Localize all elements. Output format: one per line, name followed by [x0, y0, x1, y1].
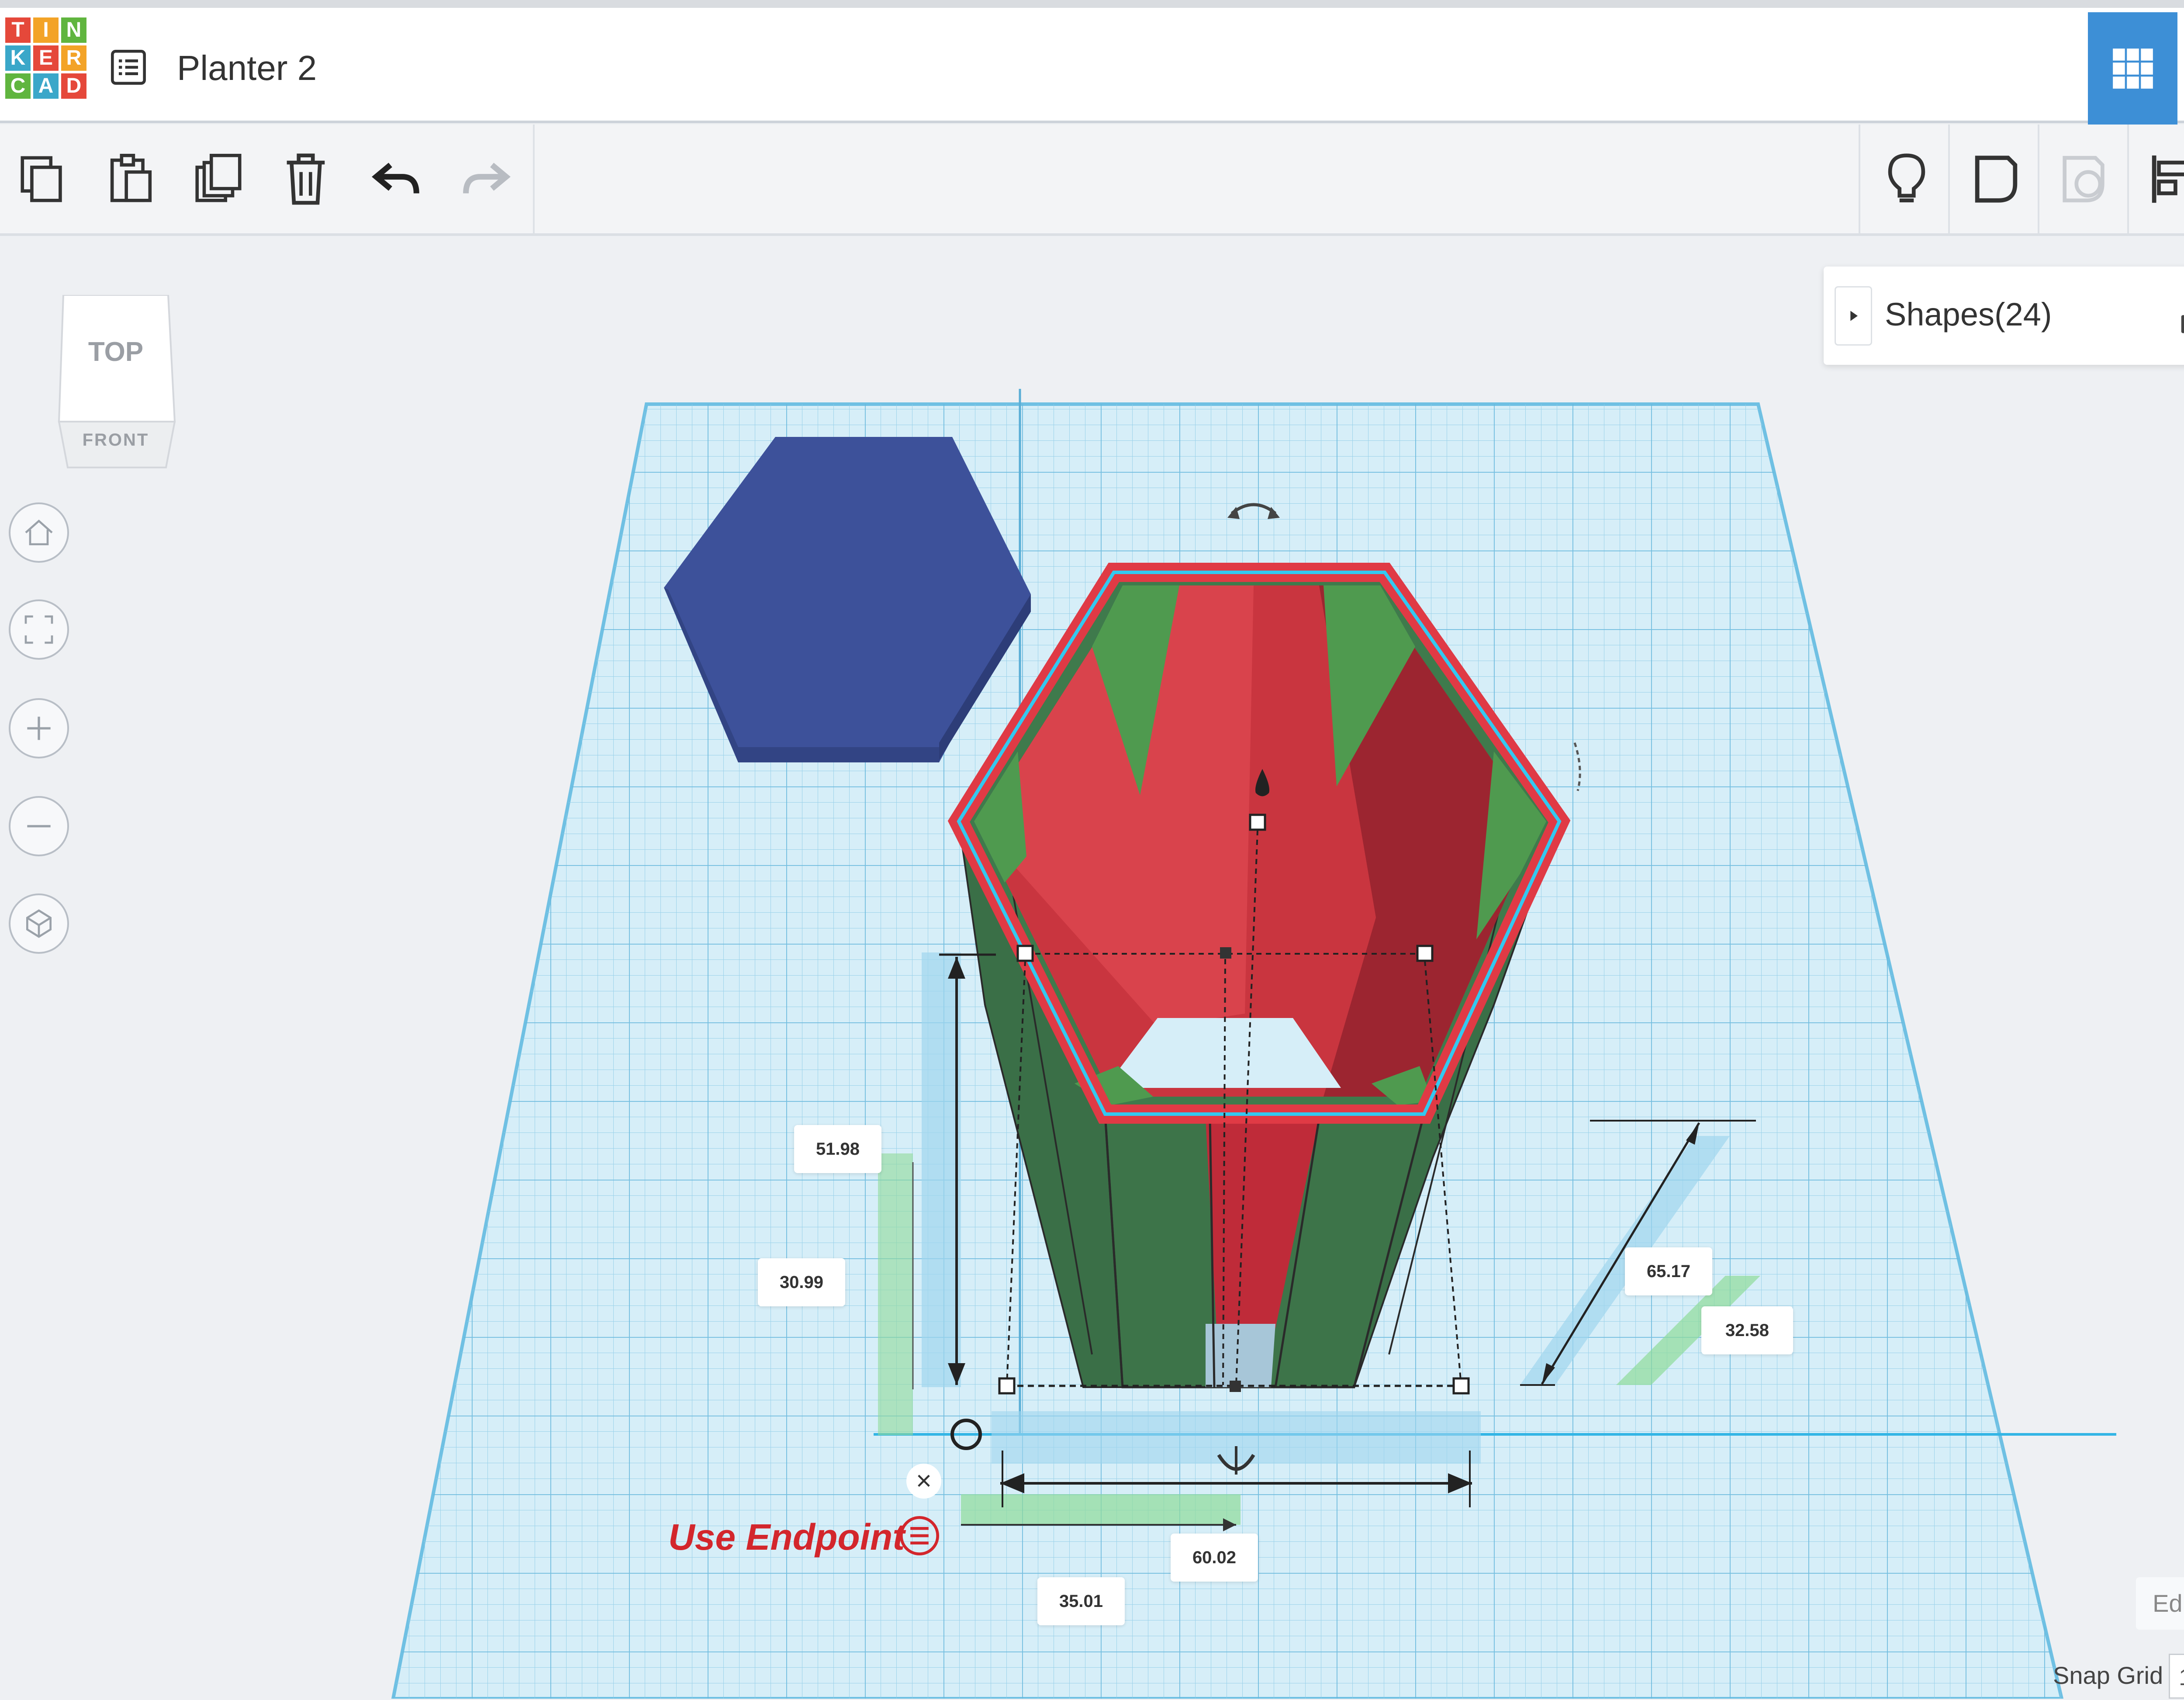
align-icon — [2145, 151, 2184, 208]
view-cube-front[interactable]: FRONT — [55, 430, 177, 450]
use-endpoint-label[interactable]: Use Endpoint — [668, 1516, 905, 1558]
lock-icon — [2173, 293, 2184, 341]
note-icon — [1968, 151, 2025, 208]
height-handle[interactable] — [1250, 815, 1265, 830]
edit-grid-button[interactable]: Edit Grid — [2136, 1577, 2184, 1630]
shapes-panel-toggle[interactable] — [1835, 286, 1872, 346]
home-view-button[interactable] — [9, 502, 69, 563]
logo-letter: I — [33, 17, 59, 43]
align-button[interactable] — [2138, 142, 2184, 216]
paste-icon — [103, 151, 159, 208]
paste-button[interactable] — [96, 142, 166, 216]
perspective-icon — [21, 906, 56, 941]
menu-list-icon[interactable] — [109, 48, 148, 87]
copy-button[interactable] — [9, 142, 79, 216]
notes-button[interactable] — [1961, 142, 2031, 216]
view-cube[interactable]: TOP FRONT — [55, 295, 177, 470]
zoom-in-button[interactable] — [9, 698, 69, 758]
zoom-out-icon — [21, 809, 56, 844]
shapes-count-label: Shapes(24) — [1885, 291, 2052, 339]
fit-icon — [21, 612, 56, 647]
view-cube-top[interactable]: TOP — [55, 336, 177, 367]
undo-icon — [369, 151, 426, 208]
hide-button[interactable] — [1872, 142, 1942, 216]
dimension-label[interactable]: 60.02 — [1171, 1534, 1258, 1582]
endpoint-close-button[interactable]: × — [906, 1464, 941, 1499]
logo-letter: C — [5, 73, 31, 99]
show-hidden-icon — [2055, 151, 2112, 208]
duplicate-icon — [190, 151, 247, 208]
logo-letter: R — [61, 45, 86, 71]
perspective-button[interactable] — [9, 893, 69, 954]
top-bar: TIN KER CAD Planter 2 — [0, 0, 2184, 123]
zoom-out-button[interactable] — [9, 796, 69, 856]
dimension-label[interactable]: 32.58 — [1701, 1306, 1793, 1354]
copy-icon — [15, 151, 72, 208]
redo-icon — [456, 151, 513, 208]
shapes-panel: Shapes(24) — [1824, 267, 2184, 365]
grid-view-button[interactable] — [2088, 12, 2177, 125]
home-icon — [21, 515, 56, 550]
logo-letter: T — [5, 17, 31, 43]
dimension-label[interactable]: 35.01 — [1037, 1577, 1125, 1625]
edit-toolbar — [0, 125, 2184, 236]
corner-handle[interactable] — [1018, 946, 1033, 961]
logo-letter: A — [33, 73, 59, 99]
logo-letter: K — [5, 45, 31, 71]
logo-letter: D — [61, 73, 86, 99]
logo-letter: E — [33, 45, 59, 71]
undo-button[interactable] — [363, 142, 432, 216]
snap-grid-label: Snap Grid — [2053, 1656, 2163, 1695]
redo-button[interactable] — [450, 142, 520, 216]
fit-view-button[interactable] — [9, 599, 69, 660]
zoom-in-icon — [21, 711, 56, 746]
delete-button[interactable] — [271, 142, 341, 216]
lightbulb-icon — [1878, 151, 1935, 208]
grid-icon — [2109, 45, 2157, 93]
dimension-label[interactable]: 30.99 — [758, 1258, 845, 1306]
project-title[interactable]: Planter 2 — [177, 46, 317, 90]
corner-handle[interactable] — [1454, 1378, 1469, 1393]
tinkercad-logo[interactable]: TIN KER CAD — [5, 17, 86, 99]
duplicate-button[interactable] — [183, 142, 253, 216]
caret-right-icon — [1845, 307, 1862, 325]
workplane-canvas[interactable] — [0, 236, 2184, 1699]
delete-icon — [277, 151, 334, 208]
lock-button[interactable] — [2173, 293, 2184, 341]
show-hidden-button[interactable] — [2049, 142, 2118, 216]
endpoint-menu-icon[interactable] — [898, 1514, 941, 1558]
dimension-label[interactable]: 51.98 — [794, 1125, 881, 1173]
corner-handle[interactable] — [999, 1378, 1014, 1393]
logo-letter: N — [61, 17, 86, 43]
dimension-label[interactable]: 65.17 — [1625, 1247, 1712, 1295]
snap-grid-select[interactable]: 1.0 mm — [2169, 1654, 2184, 1699]
corner-handle[interactable] — [1417, 946, 1432, 961]
